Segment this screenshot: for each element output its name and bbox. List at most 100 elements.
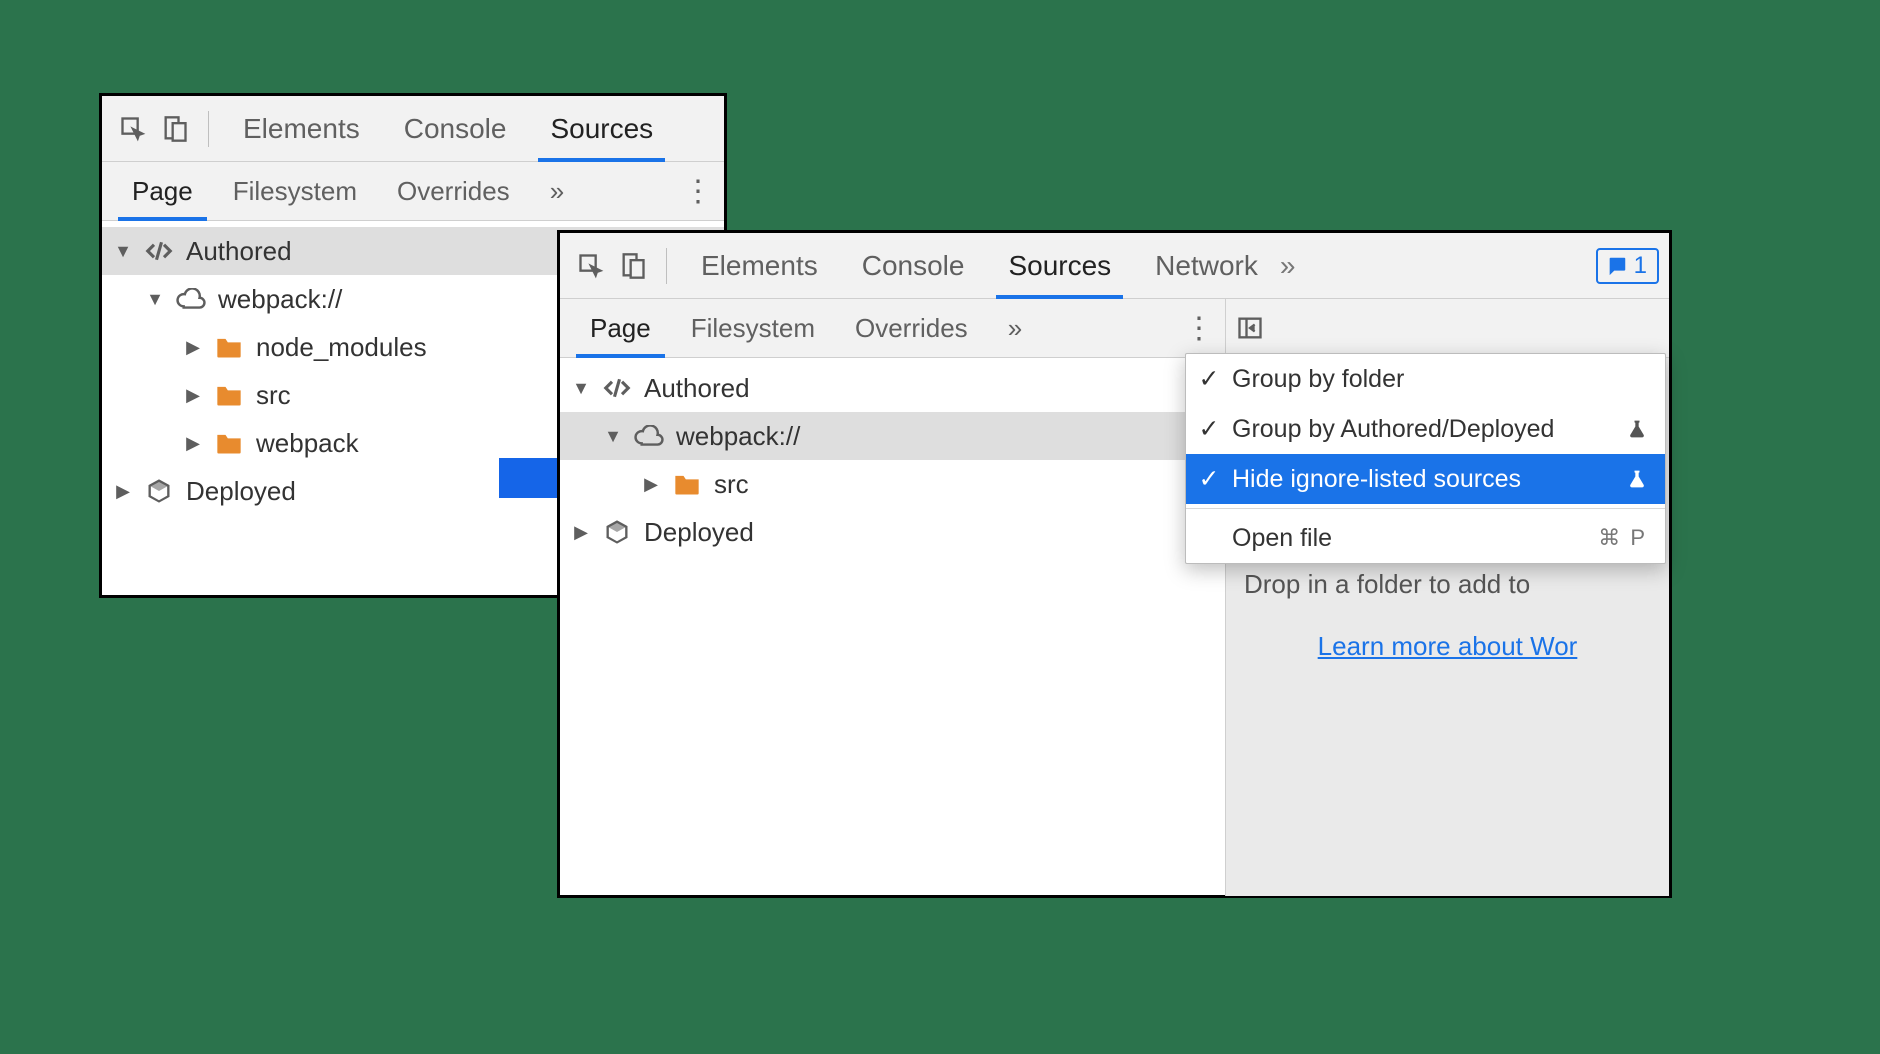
subtab-label: Page <box>132 176 193 207</box>
subtab-label: Page <box>590 313 651 344</box>
inspect-icon[interactable] <box>570 245 612 287</box>
collapse-left-icon[interactable] <box>1236 314 1278 342</box>
menu-label: Group by folder <box>1232 365 1647 394</box>
kebab-menu-icon[interactable]: ⋮ <box>1181 311 1215 346</box>
tree-node-deployed[interactable]: ▶ Deployed <box>560 508 1225 556</box>
workspace-hint: Drop in a folder to add to Learn more ab… <box>1226 548 1669 682</box>
experiment-flask-icon <box>1627 418 1647 440</box>
tab-sources[interactable]: Sources <box>986 233 1133 298</box>
cloud-icon <box>174 288 208 310</box>
subtab-filesystem[interactable]: Filesystem <box>213 162 377 220</box>
tab-label: Elements <box>243 113 360 145</box>
expand-down-icon: ▼ <box>604 426 622 447</box>
experiment-flask-icon <box>1627 468 1647 490</box>
tree-node-src[interactable]: ▶ src <box>560 460 1225 508</box>
tree-label: webpack:// <box>676 421 800 452</box>
tab-label: Elements <box>701 250 818 282</box>
sources-subtabs: Page Filesystem Overrides » ⋮ <box>560 299 1225 358</box>
checkmark-icon: ✓ <box>1198 364 1220 394</box>
tab-network[interactable]: Network <box>1133 233 1280 298</box>
inspect-icon[interactable] <box>112 108 154 150</box>
main-toolbar: Elements Console Sources Network » 1 <box>560 233 1669 299</box>
more-tabs-icon[interactable]: » <box>1280 250 1296 282</box>
subtab-page[interactable]: Page <box>112 162 213 220</box>
folder-icon <box>212 431 246 455</box>
expand-right-icon: ▶ <box>184 433 202 454</box>
folder-icon <box>670 472 704 496</box>
code-icon <box>142 236 176 266</box>
tab-label: Console <box>862 250 965 282</box>
tree-label: Authored <box>644 373 750 404</box>
tab-console[interactable]: Console <box>382 96 529 161</box>
sources-subtabs: Page Filesystem Overrides » ⋮ <box>102 162 724 221</box>
menu-item-group-authored[interactable]: ✓ Group by Authored/Deployed <box>1186 404 1665 454</box>
tree-label: node_modules <box>256 332 427 363</box>
editor-toolbar <box>1226 299 1669 358</box>
menu-item-group-folder[interactable]: ✓ Group by folder <box>1186 354 1665 404</box>
main-toolbar: Elements Console Sources <box>102 96 724 162</box>
expand-right-icon: ▶ <box>184 337 202 358</box>
subtab-label: Filesystem <box>691 313 815 344</box>
issues-badge[interactable]: 1 <box>1596 248 1659 284</box>
expand-right-icon: ▶ <box>114 481 132 502</box>
code-icon <box>600 373 634 403</box>
folder-icon <box>212 335 246 359</box>
expand-right-icon: ▶ <box>572 522 590 543</box>
tree-label: Authored <box>186 236 292 267</box>
menu-divider <box>1186 508 1665 509</box>
subtab-label: Filesystem <box>233 176 357 207</box>
cube-icon <box>142 477 176 505</box>
learn-more-link[interactable]: Learn more about Wor <box>1318 631 1578 661</box>
tree-label: Deployed <box>644 517 754 548</box>
keyboard-shortcut: ⌘ P <box>1598 525 1647 551</box>
tree-label: webpack:// <box>218 284 342 315</box>
file-tree: ▼ Authored ▼ webpack:// ▶ <box>560 358 1225 562</box>
expand-down-icon: ▼ <box>114 241 132 262</box>
menu-item-open-file[interactable]: Open file ⌘ P <box>1186 513 1665 563</box>
menu-label: Hide ignore-listed sources <box>1232 465 1615 494</box>
subtab-page[interactable]: Page <box>570 299 671 357</box>
more-tabs-icon[interactable]: » <box>530 162 584 220</box>
device-toggle-icon[interactable] <box>612 245 654 287</box>
expand-down-icon: ▼ <box>572 378 590 399</box>
expand-right-icon: ▶ <box>184 385 202 406</box>
menu-label: Open file <box>1232 524 1586 553</box>
tab-label: Sources <box>550 113 653 145</box>
tab-sources[interactable]: Sources <box>528 96 675 161</box>
tree-node-authored[interactable]: ▼ Authored <box>560 364 1225 412</box>
tree-node-webpack[interactable]: ▼ webpack:// <box>560 412 1225 460</box>
more-tabs-icon[interactable]: » <box>988 299 1042 357</box>
tree-label: Deployed <box>186 476 296 507</box>
menu-item-hide-ignore[interactable]: ✓ Hide ignore-listed sources <box>1186 454 1665 504</box>
toolbar-separator <box>666 248 667 284</box>
kebab-menu-icon[interactable]: ⋮ <box>680 174 714 209</box>
expand-right-icon: ▶ <box>642 474 660 495</box>
tab-console[interactable]: Console <box>840 233 987 298</box>
tree-label: src <box>714 469 749 500</box>
subtab-filesystem[interactable]: Filesystem <box>671 299 835 357</box>
tree-label: webpack <box>256 428 359 459</box>
tree-label: src <box>256 380 291 411</box>
cloud-icon <box>632 425 666 447</box>
devtools-panel-after: Elements Console Sources Network » 1 Pag… <box>557 230 1672 898</box>
checkmark-icon: ✓ <box>1198 464 1220 494</box>
subtab-label: Overrides <box>397 176 510 207</box>
hint-text: Drop in a folder to add to <box>1244 562 1651 606</box>
checkmark-icon: ✓ <box>1198 414 1220 444</box>
issues-count: 1 <box>1634 252 1647 280</box>
subtab-overrides[interactable]: Overrides <box>377 162 530 220</box>
folder-icon <box>212 383 246 407</box>
tab-elements[interactable]: Elements <box>221 96 382 161</box>
toolbar-separator <box>208 111 209 147</box>
menu-label: Group by Authored/Deployed <box>1232 415 1615 444</box>
device-toggle-icon[interactable] <box>154 108 196 150</box>
cube-icon <box>600 518 634 546</box>
more-options-menu: ✓ Group by folder ✓ Group by Authored/De… <box>1185 353 1666 564</box>
tab-elements[interactable]: Elements <box>679 233 840 298</box>
expand-down-icon: ▼ <box>146 289 164 310</box>
chat-icon <box>1606 255 1628 277</box>
tab-label: Network <box>1155 250 1258 282</box>
subtab-overrides[interactable]: Overrides <box>835 299 988 357</box>
subtab-label: Overrides <box>855 313 968 344</box>
tab-label: Console <box>404 113 507 145</box>
